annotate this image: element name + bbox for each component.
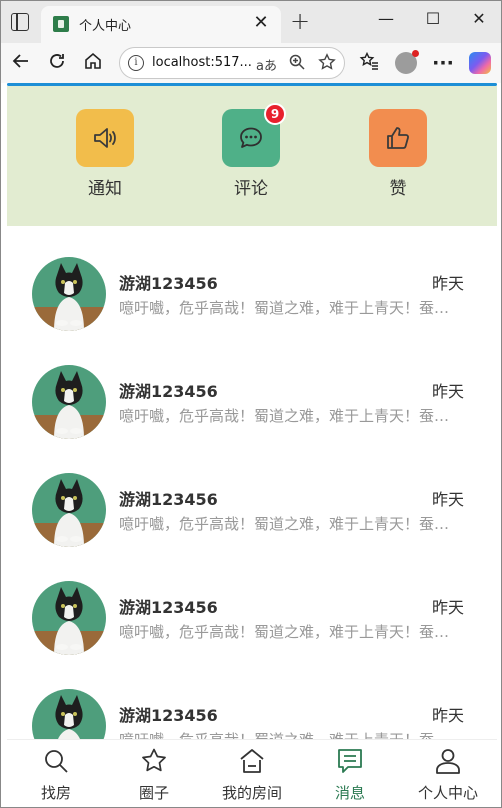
- message-row[interactable]: 游湖123456 昨天噫吁嚱，危乎高哉！蜀道之难，难于上青天！蚕丛及鱼凫: [7, 470, 497, 578]
- zoom-icon[interactable]: [288, 53, 306, 75]
- nav-label: 消息: [334, 784, 365, 802]
- category-comment-box: 9: [222, 103, 286, 167]
- message-time: 昨天: [431, 490, 464, 509]
- cat-photo: [32, 365, 106, 439]
- cat-photo: [32, 257, 106, 331]
- message-preview: 噫吁嚱，危乎高哉！蜀道之难，难于上青天！蚕丛及鱼凫: [119, 623, 451, 641]
- nav-find-room[interactable]: 找房: [7, 746, 105, 803]
- message-preview: 噫吁嚱，危乎高哉！蜀道之难，难于上青天！蚕丛及鱼凫: [119, 299, 451, 317]
- tab-actions-icon[interactable]: [11, 13, 29, 31]
- new-tab-button[interactable]: +: [287, 7, 313, 35]
- bottom-nav: 找房 圈子 我的房间 消息 个人中心: [7, 739, 497, 807]
- nav-messages[interactable]: 消息: [301, 746, 399, 803]
- category-like[interactable]: 赞: [353, 109, 443, 199]
- browser-window: 个人中心 ✕ + — ☐ ✕ i localhost:517... aあ ···…: [0, 0, 502, 808]
- nav-label: 个人中心: [417, 784, 478, 802]
- sender-name: 游湖123456: [119, 706, 218, 725]
- message-icon: [338, 749, 362, 773]
- app-page: 通知 9 评论 赞 游湖123456 昨天 噫吁嚱，危乎高哉！蜀道之难，难于上青…: [7, 86, 497, 807]
- nav-label: 找房: [40, 784, 71, 802]
- tab-close-icon[interactable]: ✕: [251, 12, 271, 33]
- cat-photo: [32, 581, 106, 655]
- message-time: 昨天: [431, 706, 464, 725]
- speaker-icon: [94, 128, 116, 148]
- message-time: 昨天: [431, 274, 464, 293]
- message-categories: 通知 9 评论 赞: [7, 86, 497, 226]
- thumbs-up-icon: [387, 127, 409, 149]
- refresh-icon[interactable]: [45, 51, 69, 75]
- home-icon: [240, 749, 264, 773]
- message-time: 昨天: [431, 382, 464, 401]
- close-window-button[interactable]: ✕: [467, 9, 491, 28]
- minimize-button[interactable]: —: [374, 9, 398, 28]
- nav-profile[interactable]: 个人中心: [399, 746, 497, 803]
- search-icon: [45, 750, 68, 773]
- message-row[interactable]: 游湖123456 昨天噫吁嚱，危乎高哉！蜀道之难，难于上青天！蚕丛及鱼凫: [7, 578, 497, 686]
- category-notice-box: [76, 109, 134, 167]
- nav-circle[interactable]: 圈子: [105, 746, 203, 803]
- browser-toolbar: i localhost:517... aあ ···: [1, 43, 501, 83]
- site-info-icon[interactable]: i: [128, 55, 144, 71]
- nav-label: 圈子: [138, 784, 169, 802]
- copilot-icon[interactable]: [469, 52, 491, 74]
- more-menu-icon[interactable]: ···: [431, 51, 455, 75]
- sender-name: 游湖123456: [119, 274, 218, 293]
- user-icon: [436, 749, 460, 774]
- favorites-icon[interactable]: [357, 51, 381, 75]
- maximize-button[interactable]: ☐: [421, 9, 445, 28]
- message-row[interactable]: 游湖123456 昨天噫吁嚱，危乎高哉！蜀道之难，难于上青天！蚕丛及鱼凫: [7, 254, 497, 362]
- category-label: 评论: [234, 179, 268, 199]
- chat-icon: [240, 127, 262, 148]
- avatar[interactable]: [32, 473, 106, 547]
- category-notice[interactable]: 通知: [60, 109, 150, 199]
- avatar[interactable]: [32, 581, 106, 655]
- nav-my-room[interactable]: 我的房间: [203, 746, 301, 803]
- message-time: 昨天: [431, 598, 464, 617]
- address-text: localhost:517...: [152, 55, 252, 70]
- favorite-star-icon[interactable]: [318, 53, 336, 75]
- message-preview: 噫吁嚱，危乎高哉！蜀道之难，难于上青天！蚕丛及鱼凫: [119, 407, 451, 425]
- avatar[interactable]: [32, 257, 106, 331]
- read-aloud-icon[interactable]: aあ: [256, 55, 277, 74]
- category-comment[interactable]: 9 评论: [206, 103, 296, 199]
- address-bar[interactable]: i localhost:517... aあ: [119, 47, 345, 79]
- star-icon: [142, 748, 166, 772]
- category-like-box: [369, 109, 427, 167]
- cat-photo: [32, 473, 106, 547]
- sender-name: 游湖123456: [119, 382, 218, 401]
- nav-label: 我的房间: [221, 784, 282, 802]
- home-button-icon[interactable]: [81, 51, 105, 75]
- category-label: 通知: [88, 179, 122, 199]
- browser-tab[interactable]: 个人中心 ✕: [41, 6, 281, 43]
- sender-name: 游湖123456: [119, 490, 218, 509]
- message-preview: 噫吁嚱，危乎高哉！蜀道之难，难于上青天！蚕丛及鱼凫: [119, 515, 451, 533]
- avatar[interactable]: [32, 365, 106, 439]
- tab-title: 个人中心: [79, 19, 132, 34]
- message-row[interactable]: 游湖123456 昨天噫吁嚱，危乎高哉！蜀道之难，难于上青天！蚕丛及鱼凫: [7, 362, 497, 470]
- back-icon[interactable]: [9, 51, 33, 75]
- comment-count-badge: 9: [264, 103, 286, 125]
- profile-avatar-icon[interactable]: [395, 50, 419, 74]
- tab-strip: 个人中心 ✕ + — ☐ ✕: [1, 1, 501, 43]
- sender-name: 游湖123456: [119, 598, 218, 617]
- category-label: 赞: [389, 179, 407, 199]
- favicon-icon: [53, 16, 69, 32]
